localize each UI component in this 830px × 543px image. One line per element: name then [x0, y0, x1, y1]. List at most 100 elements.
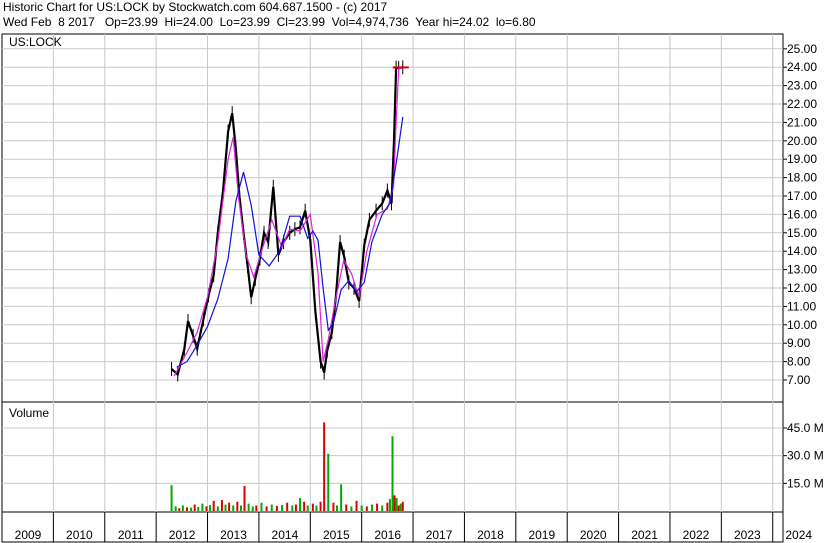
x-tick-label: 2011 — [118, 528, 144, 542]
volume-bar — [355, 500, 358, 511]
volume-bar — [212, 500, 215, 511]
x-tick-label: 2014 — [272, 528, 299, 542]
price-tick-label: 19.00 — [787, 152, 817, 166]
stock-chart: 2009 2010 2011 2012 2013 2014 2015 2016 2017 2018… — [1, 33, 824, 543]
volume-bar — [299, 498, 302, 511]
volume-bar — [236, 501, 239, 511]
volume-bar — [220, 499, 223, 511]
price-tick-label: 18.00 — [787, 171, 817, 185]
volume-tick-label: 15.0 M — [787, 476, 824, 490]
volume-bar — [224, 504, 227, 511]
volume-bar — [239, 505, 242, 511]
price-tick-label: 21.00 — [787, 115, 817, 129]
price-tick-label: 11.00 — [787, 299, 816, 313]
volume-bar — [327, 453, 330, 511]
price-tick-label: 25.00 — [787, 42, 817, 56]
volume-tick-label: 30.0 M — [787, 449, 824, 463]
x-tick-label: 2023 — [734, 528, 761, 542]
volume-bar — [170, 485, 173, 511]
volume-bar — [205, 506, 208, 511]
volume-bar — [275, 505, 278, 511]
volume-bar — [190, 507, 193, 511]
volume-bar — [281, 505, 284, 511]
volume-bar — [386, 502, 389, 511]
volume-bar — [286, 502, 289, 511]
volume-bar — [399, 503, 402, 511]
volume-bar — [247, 503, 250, 511]
volume-bar — [401, 501, 404, 511]
volume-bar — [391, 436, 394, 511]
x-tick-label: 2019 — [528, 528, 555, 542]
price-panel-frame — [1, 33, 784, 403]
volume-bar — [178, 508, 181, 511]
x-tick-label: 2018 — [477, 528, 504, 542]
price-tick-label: 15.00 — [787, 226, 817, 240]
volume-bar — [209, 505, 212, 511]
volume-bar — [193, 504, 196, 511]
volume-bar — [228, 502, 231, 511]
volume-panel-title: Volume — [9, 406, 49, 420]
price-panel-title: US:LOCK — [9, 35, 62, 49]
volume-bar — [336, 505, 339, 511]
x-tick-label: 2017 — [426, 528, 453, 542]
volume-bar — [397, 505, 400, 511]
volume-bar — [216, 506, 219, 511]
volume-bar — [323, 422, 326, 511]
volume-bar — [376, 503, 379, 511]
volume-bar — [265, 506, 268, 511]
volume-bar — [294, 504, 297, 511]
volume-bar — [303, 501, 306, 511]
price-tick-label: 20.00 — [787, 134, 817, 148]
volume-bar — [365, 506, 368, 511]
volume-tick-label: 45.0 M — [787, 421, 824, 435]
volume-bar — [260, 502, 263, 511]
x-tick-label: 2012 — [169, 528, 196, 542]
volume-bar — [201, 503, 204, 511]
volume-bar — [360, 505, 363, 511]
volume-bar — [370, 504, 373, 511]
volume-bar — [340, 484, 343, 511]
x-tick-label: 2015 — [323, 528, 350, 542]
price-tick-label: 17.00 — [787, 189, 817, 203]
volume-bar — [393, 495, 396, 511]
volume-bar — [243, 486, 246, 511]
volume-bar — [381, 505, 384, 511]
volume-bar — [185, 507, 188, 511]
volume-bar — [315, 505, 318, 511]
x-tick-label: 2024 — [785, 528, 812, 542]
volume-bar — [388, 499, 391, 511]
price-tick-label: 13.00 — [787, 263, 817, 277]
price-tick-label: 22.00 — [787, 97, 817, 111]
price-tick-label: 9.00 — [787, 336, 811, 350]
price-tick-label: 16.00 — [787, 207, 817, 221]
price-tick-label: 12.00 — [787, 281, 817, 295]
volume-bar — [332, 502, 335, 511]
volume-bar — [345, 504, 348, 511]
volume-bar — [319, 501, 322, 511]
x-tick-label: 2016 — [374, 528, 401, 542]
volume-bar — [174, 506, 177, 511]
volume-bar — [255, 505, 258, 511]
price-tick-label: 10.00 — [787, 318, 817, 332]
volume-bar — [232, 505, 235, 511]
x-tick-label: 2013 — [220, 528, 247, 542]
price-tick-label: 14.00 — [787, 244, 817, 258]
volume-bar — [197, 506, 200, 511]
price-tick-label: 7.00 — [787, 373, 811, 387]
x-tick-label: 2022 — [683, 528, 710, 542]
volume-bar — [270, 504, 273, 511]
volume-bar — [306, 505, 309, 511]
volume-bar — [395, 498, 398, 511]
x-tick-label: 2020 — [580, 528, 607, 542]
price-tick-label: 8.00 — [787, 355, 811, 369]
x-tick-label: 2021 — [631, 528, 658, 542]
volume-bar — [311, 503, 314, 511]
volume-bar — [291, 505, 294, 511]
x-tick-label: 2009 — [15, 528, 42, 542]
price-tick-label: 24.00 — [787, 60, 817, 74]
price-tick-label: 23.00 — [787, 79, 817, 93]
volume-bar — [251, 506, 254, 511]
volume-bar — [181, 505, 184, 511]
volume-bar — [350, 506, 353, 511]
x-tick-label: 2010 — [66, 528, 93, 542]
